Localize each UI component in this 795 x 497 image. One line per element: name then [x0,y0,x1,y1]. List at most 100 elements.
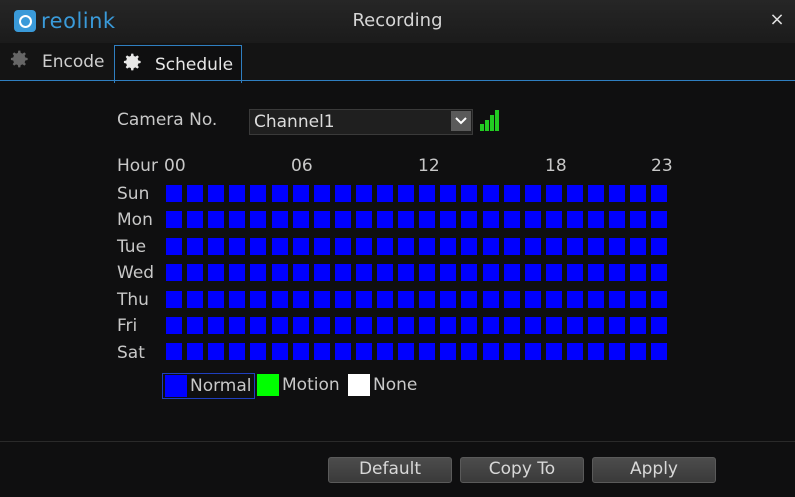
schedule-cell[interactable] [524,343,541,361]
schedule-cell[interactable] [545,264,562,282]
schedule-cell[interactable] [398,211,415,229]
schedule-cell[interactable] [229,185,246,202]
schedule-cell[interactable] [503,290,520,308]
schedule-cell[interactable] [566,237,583,255]
schedule-cell[interactable] [271,264,288,282]
schedule-cell[interactable] [630,343,647,361]
schedule-cell[interactable] [651,343,668,361]
schedule-cell[interactable] [377,185,393,202]
schedule-cell[interactable] [503,264,520,282]
schedule-cell[interactable] [651,317,668,334]
schedule-cell[interactable] [419,343,436,361]
schedule-cell[interactable] [313,317,330,334]
schedule-cell[interactable] [355,343,372,361]
schedule-cell[interactable] [419,264,436,282]
schedule-cell[interactable] [419,185,436,202]
schedule-cell[interactable] [588,317,604,334]
schedule-cell[interactable] [292,185,309,202]
schedule-cell[interactable] [334,237,351,255]
schedule-cell[interactable] [545,317,562,334]
schedule-cell[interactable] [461,211,478,229]
schedule-cell[interactable] [461,237,478,255]
apply-button[interactable]: Apply [592,457,716,483]
schedule-cell[interactable] [271,237,288,255]
schedule-cell[interactable] [461,264,478,282]
schedule-cell[interactable] [609,237,626,255]
schedule-cell[interactable] [461,317,478,334]
schedule-cell[interactable] [651,185,668,202]
schedule-cell[interactable] [334,290,351,308]
schedule-cell[interactable] [651,290,668,308]
schedule-cell[interactable] [566,290,583,308]
schedule-cell[interactable] [609,343,626,361]
schedule-cell[interactable] [334,211,351,229]
schedule-cell[interactable] [440,264,457,282]
schedule-cell[interactable] [355,290,372,308]
schedule-cell[interactable] [545,237,562,255]
schedule-cell[interactable] [208,290,225,308]
schedule-cell[interactable] [208,317,225,334]
schedule-cell[interactable] [630,264,647,282]
schedule-cell[interactable] [461,343,478,361]
legend-motion[interactable]: Motion [257,373,340,397]
schedule-cell[interactable] [187,264,204,282]
schedule-cell[interactable] [482,264,499,282]
schedule-cell[interactable] [566,185,583,202]
schedule-cell[interactable] [398,317,415,334]
schedule-cell[interactable] [355,211,372,229]
schedule-cell[interactable] [609,264,626,282]
schedule-cell[interactable] [334,264,351,282]
schedule-cell[interactable] [250,237,267,255]
schedule-cell[interactable] [482,317,499,334]
schedule-cell[interactable] [292,264,309,282]
schedule-cell[interactable] [651,264,668,282]
schedule-cell[interactable] [630,211,647,229]
schedule-cell[interactable] [524,237,541,255]
schedule-cell[interactable] [208,211,225,229]
schedule-cell[interactable] [503,237,520,255]
schedule-cell[interactable] [187,211,204,229]
schedule-cell[interactable] [651,211,668,229]
schedule-cell[interactable] [250,264,267,282]
schedule-cell[interactable] [377,343,393,361]
schedule-cell[interactable] [271,185,288,202]
schedule-cell[interactable] [482,185,499,202]
chevron-down-icon[interactable] [451,111,471,131]
schedule-cell[interactable] [166,264,182,282]
schedule-cell[interactable] [334,317,351,334]
schedule-cell[interactable] [588,264,604,282]
tab-encode[interactable]: Encode [4,43,112,80]
schedule-cell[interactable] [313,343,330,361]
schedule-cell[interactable] [355,264,372,282]
schedule-cell[interactable] [630,237,647,255]
schedule-cell[interactable] [630,185,647,202]
schedule-cell[interactable] [229,343,246,361]
schedule-cell[interactable] [250,343,267,361]
schedule-cell[interactable] [166,290,182,308]
schedule-cell[interactable] [503,317,520,334]
schedule-cell[interactable] [377,237,393,255]
schedule-cell[interactable] [208,343,225,361]
schedule-cell[interactable] [398,237,415,255]
schedule-cell[interactable] [545,343,562,361]
schedule-cell[interactable] [187,185,204,202]
schedule-cell[interactable] [503,343,520,361]
schedule-cell[interactable] [208,264,225,282]
schedule-cell[interactable] [524,185,541,202]
schedule-cell[interactable] [440,317,457,334]
schedule-cell[interactable] [250,185,267,202]
schedule-cell[interactable] [566,343,583,361]
schedule-cell[interactable] [313,211,330,229]
default-button[interactable]: Default [328,457,452,483]
schedule-cell[interactable] [292,290,309,308]
schedule-cell[interactable] [461,185,478,202]
schedule-cell[interactable] [187,237,204,255]
schedule-cell[interactable] [651,237,668,255]
schedule-cell[interactable] [377,211,393,229]
schedule-cell[interactable] [588,343,604,361]
schedule-cell[interactable] [313,264,330,282]
schedule-cell[interactable] [355,317,372,334]
schedule-cell[interactable] [609,185,626,202]
schedule-cell[interactable] [187,317,204,334]
schedule-cell[interactable] [292,343,309,361]
